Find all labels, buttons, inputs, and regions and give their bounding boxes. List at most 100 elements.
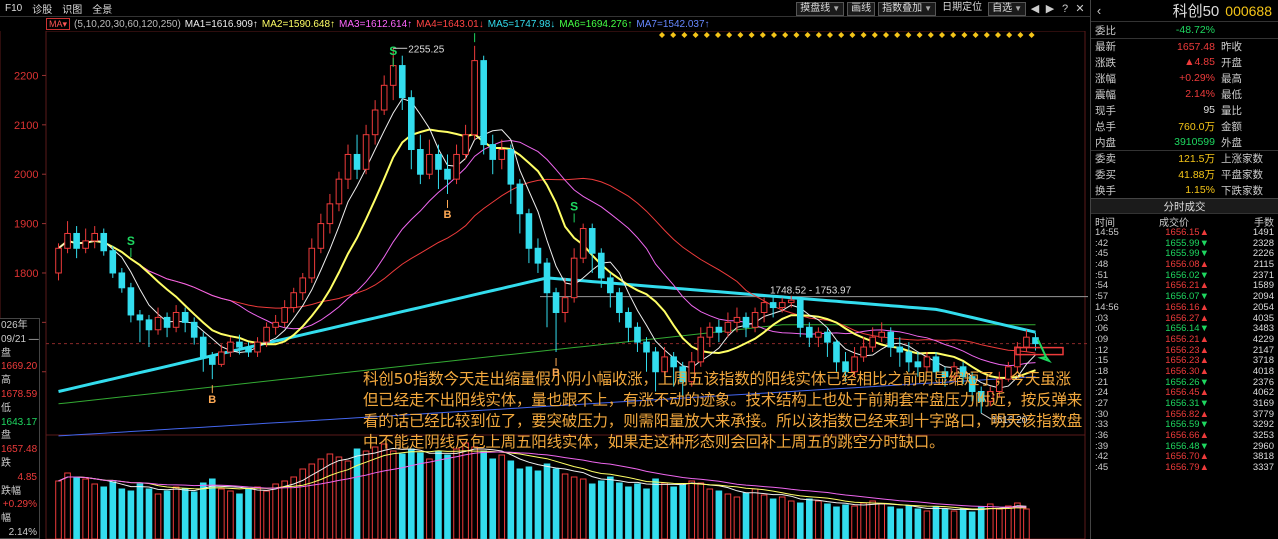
candlestick-chart[interactable]: 1600170018001900200021002200SSSSBBB2255.… (0, 31, 1090, 539)
draw-line-button[interactable]: 画线 (847, 1, 876, 16)
candle-body (1023, 336, 1030, 348)
volume-bar (597, 480, 605, 539)
index-overlay-label: 指数叠加 (882, 2, 923, 14)
date-locate-button[interactable]: 日期定位 (939, 2, 985, 16)
volume-bar (389, 450, 397, 539)
candle-body (778, 302, 786, 309)
info-value: 2.14% (8, 526, 37, 538)
candle-body (516, 183, 524, 215)
quote-value: ▲4.85 (1184, 56, 1215, 68)
ma-legend-item: MA5=1747.98↓ (487, 18, 556, 30)
close-icon[interactable]: ✕ (1074, 2, 1086, 15)
sell-signal-s: S (127, 234, 135, 248)
candle-body (154, 316, 162, 331)
candle-body (100, 232, 108, 252)
candle-body (697, 336, 705, 363)
volume-bar (724, 493, 732, 539)
help-icon[interactable]: ? (1059, 3, 1071, 15)
volume-bar (326, 453, 334, 539)
candle-body (715, 326, 723, 333)
candle-body (353, 153, 361, 170)
menu-recognize[interactable]: 识图 (57, 1, 87, 16)
candle-body (453, 153, 460, 180)
candle-body (616, 292, 623, 313)
candle-body (833, 341, 840, 363)
chevron-down-icon: ▼ (1014, 3, 1022, 13)
signal-diamond (759, 32, 766, 38)
volume-bar (281, 480, 288, 539)
index-overlay-button[interactable]: 指数叠加 ▼ (878, 1, 937, 16)
info-value: +0.29% (2, 499, 37, 511)
volume-bar (616, 482, 623, 539)
info-value: 1669.20 (1, 361, 38, 373)
quote-value: 41.88万 (1178, 168, 1215, 181)
volume-bar (516, 468, 524, 539)
quote-row: 震幅 2.14% 最低 (1091, 86, 1278, 102)
quote-row: 最新 1657.48 昨收 (1091, 38, 1278, 54)
volume-bar (100, 486, 108, 539)
prev-arrow-icon[interactable]: ◀ (1029, 2, 1041, 15)
y-tick-label: 2200 (14, 70, 38, 82)
candle-body (824, 331, 831, 343)
quote-label-2: 外盘 (1221, 136, 1242, 149)
volume-bar (1023, 508, 1030, 539)
watchlist-label: 自选 (992, 2, 1013, 14)
menu-panorama[interactable]: 全景 (87, 1, 117, 16)
menu-diagnose[interactable]: 诊股 (27, 1, 57, 16)
info-value: 4.85 (17, 471, 37, 483)
volume-bar (661, 482, 668, 539)
tick-time: :09 (1095, 333, 1109, 345)
quote-label-2: 量比 (1221, 104, 1242, 117)
ma-selector[interactable]: MA▾ (46, 18, 71, 30)
volume-bar (679, 484, 686, 539)
volume-bar (344, 460, 352, 539)
back-arrow-icon[interactable]: ‹ (1091, 3, 1107, 18)
menu-f10[interactable]: F10 (0, 3, 27, 14)
info-label: 跌幅 (1, 485, 21, 497)
date-locate-label: 日期定位 (942, 1, 983, 13)
volume-bar (73, 476, 80, 539)
candle-body (760, 302, 768, 313)
tick-table-header: 时间 成交价 手数 (1091, 214, 1278, 229)
info-label: 幅 (1, 513, 11, 525)
candle-body (398, 65, 406, 99)
quote-label-2: 下跌家数 (1221, 184, 1263, 197)
y-tick-label: 2000 (14, 169, 38, 181)
candle-body (914, 361, 922, 368)
signal-diamond (804, 32, 811, 38)
volume-bar (1014, 502, 1021, 539)
volume-bar (380, 443, 388, 539)
tick-row: :45 1656.79▲ 3337 (1091, 462, 1278, 474)
watchlist-button[interactable]: 自选 ▼ (988, 1, 1026, 16)
signal-diamond (950, 32, 957, 38)
info-value: 1643.17 (1, 416, 38, 428)
stock-name: 科创50 (1172, 3, 1220, 20)
candle-body (281, 307, 288, 323)
signal-diamond (871, 32, 878, 38)
analysis-annotation: 科创50指数今天走出缩量假小阴小幅收涨，上周五该指数的阳线实体已经相比之前明显缩… (363, 370, 1083, 451)
quote-label: 总手 (1095, 120, 1116, 133)
signal-diamond (972, 32, 979, 38)
volume-bar (263, 490, 270, 539)
pattern-line-button[interactable]: 摸盘线 ▼ (796, 1, 845, 16)
volume-bar (751, 488, 759, 539)
tick-time: 14:56 (1095, 301, 1119, 313)
next-arrow-icon[interactable]: ▶ (1044, 2, 1056, 15)
volume-bar (91, 483, 99, 539)
signal-diamond (815, 32, 822, 38)
tick-price: 1656.21▲ (1165, 333, 1209, 345)
candle-body (607, 277, 614, 294)
quote-panel: ‹ 科创50 000688 委比 -48.72% 最新 1657.48 昨收 涨跌 ▲4.8… (1090, 0, 1278, 539)
volume-bar (82, 478, 89, 539)
tick-table[interactable]: 14:55 1656.15▲ 1491:42 1655.99▼ 2328:45 1655.… (1091, 227, 1278, 474)
chevron-down-icon: ▼ (924, 3, 933, 13)
signal-diamond (995, 32, 1001, 38)
candle-body (245, 346, 252, 353)
candle-body (227, 341, 234, 353)
volume-bar (480, 450, 487, 539)
signal-diamond (827, 32, 833, 38)
candle-body (860, 346, 867, 358)
quote-row: 换手 1.15% 下跌家数 (1091, 182, 1278, 198)
volume-bar (236, 493, 243, 539)
volume-bar (769, 498, 777, 539)
